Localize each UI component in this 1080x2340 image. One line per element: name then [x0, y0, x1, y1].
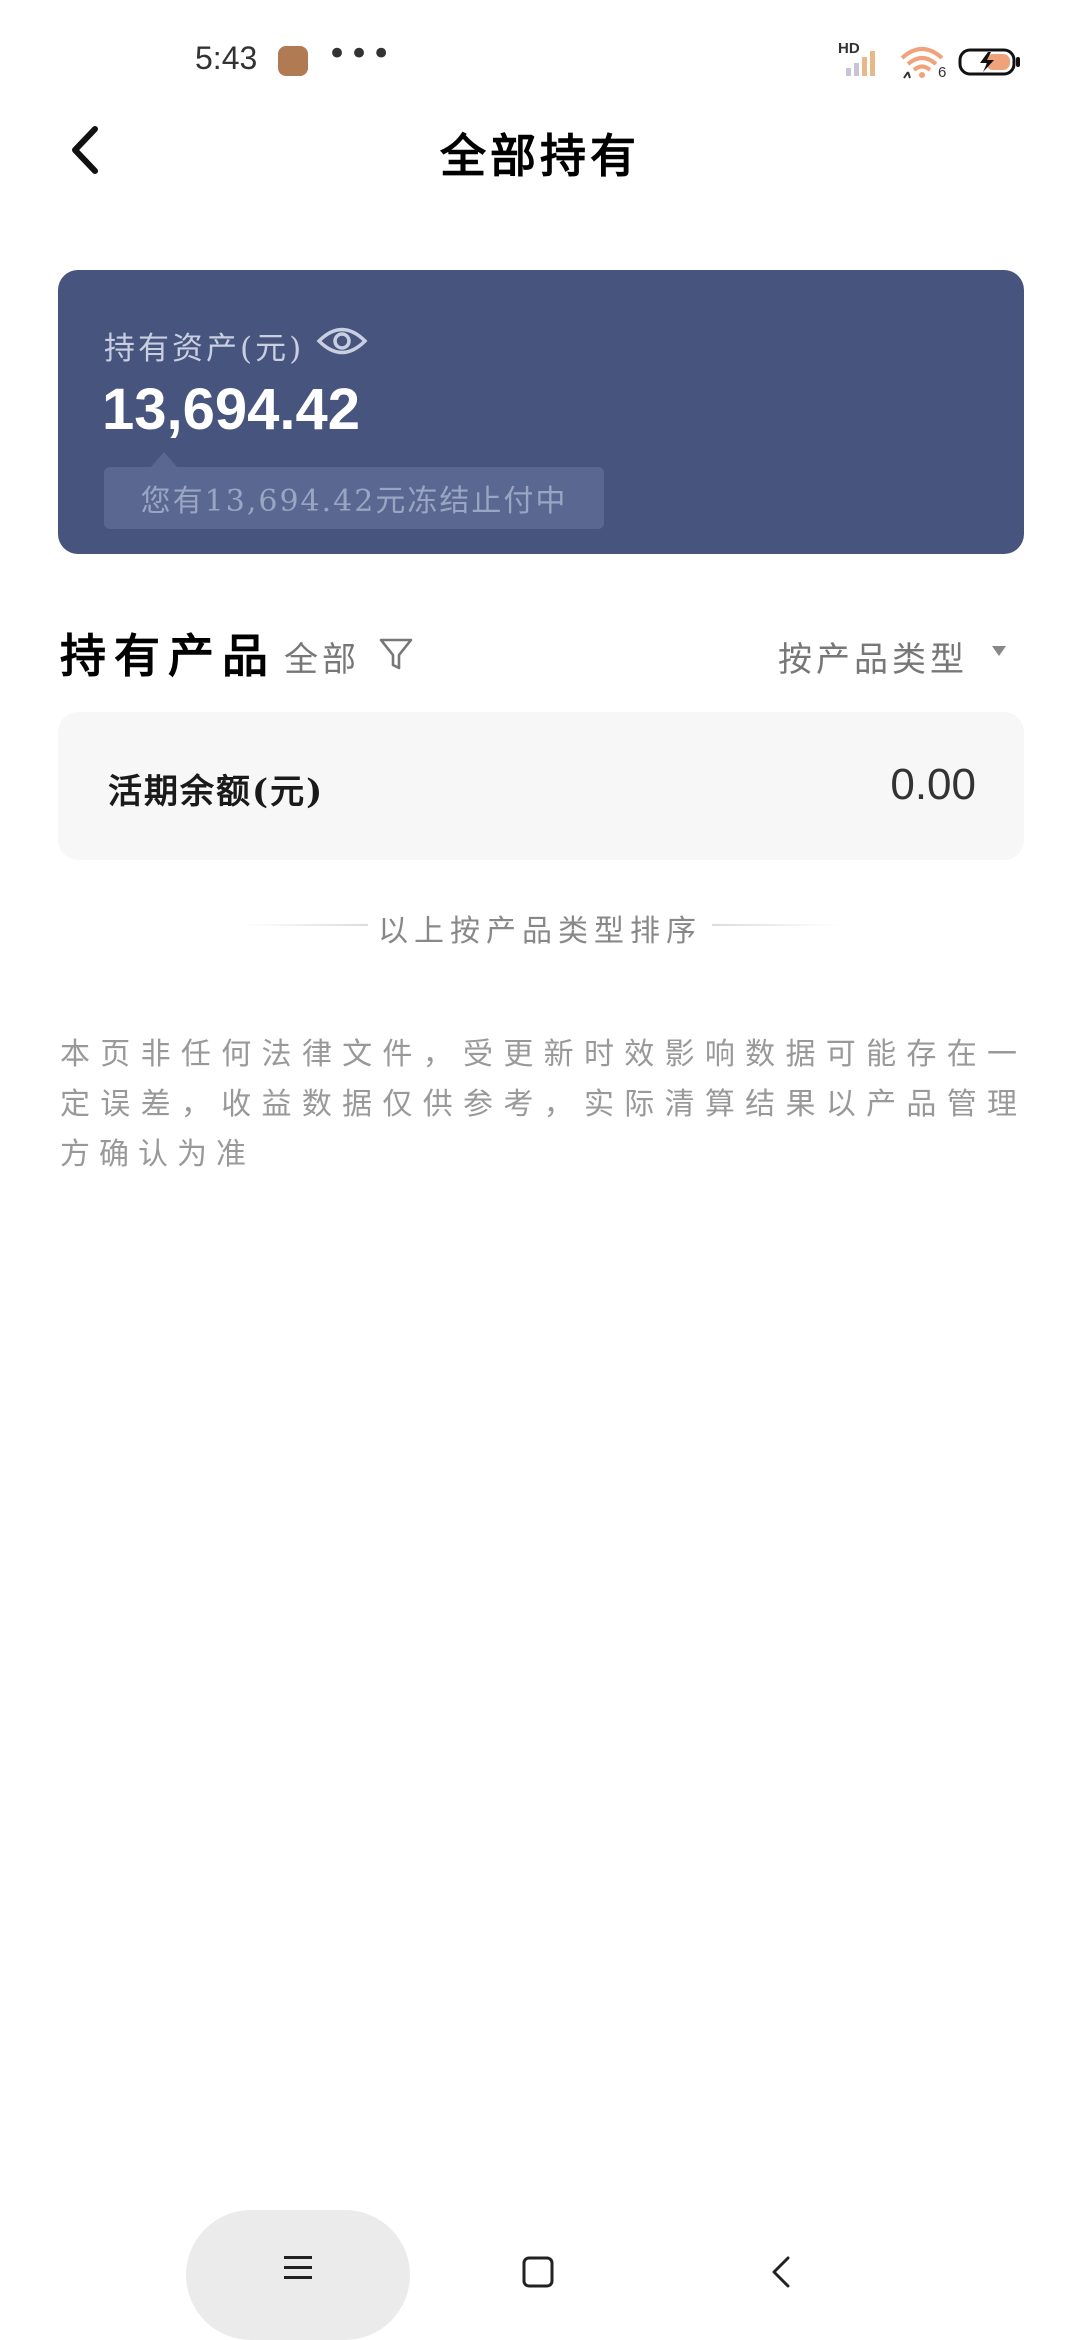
- wifi-generation-label: 6: [938, 64, 947, 81]
- product-value: 0.00: [890, 760, 976, 809]
- status-time: 5:43: [195, 40, 258, 76]
- app-notification-icon: [278, 46, 308, 76]
- page-title: 全部持有: [440, 129, 640, 183]
- signal-icon: [846, 51, 875, 76]
- menu-icon: [284, 2256, 312, 2279]
- sort-caption: 以上按产品类型排序: [378, 914, 702, 949]
- holdings-title: 持有产品: [60, 629, 276, 683]
- funnel-icon[interactable]: [378, 636, 414, 672]
- eye-icon[interactable]: [316, 318, 368, 364]
- frozen-note-text: 您有13,694.42元冻结止付中: [140, 484, 568, 519]
- nav-menu-button[interactable]: [186, 2210, 410, 2340]
- filter-all-button[interactable]: 全部: [284, 632, 360, 681]
- frozen-note-pointer: [150, 452, 178, 468]
- sort-by-type-button[interactable]: 按产品类型: [778, 632, 968, 681]
- caret-down-icon: [992, 646, 1006, 656]
- status-more-dots: •••: [327, 34, 394, 74]
- home-square-icon[interactable]: [520, 2254, 556, 2290]
- disclaimer-text: 本页非任何法律文件，受更新时效影响数据可能存在一定误差，收益数据仅供参考，实际清…: [60, 1037, 1026, 1172]
- battery-charging-icon: [958, 48, 1020, 76]
- asset-label: 持有资产(元): [104, 331, 305, 367]
- frozen-note: 您有13,694.42元冻结止付中: [104, 467, 604, 529]
- product-label: 活期余额(元): [108, 772, 325, 812]
- back-chevron-icon[interactable]: [764, 2254, 800, 2290]
- asset-amount: 13,694.42: [102, 377, 361, 442]
